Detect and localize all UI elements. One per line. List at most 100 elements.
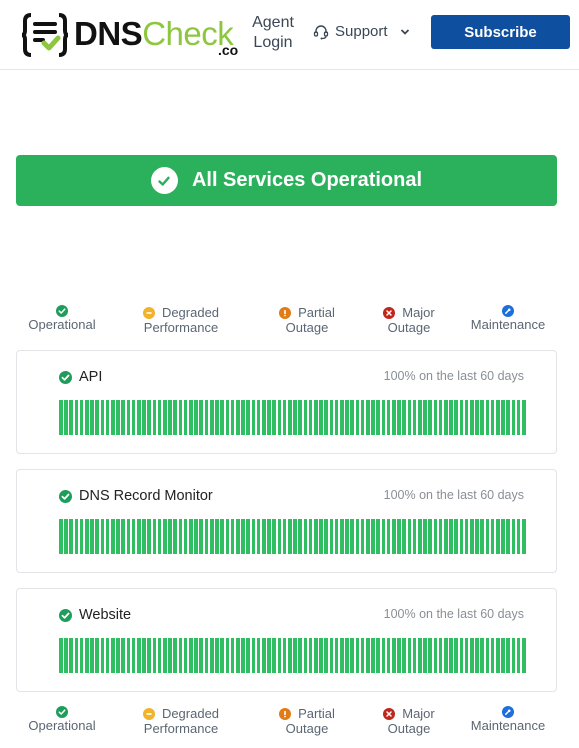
- uptime-day-bar[interactable]: [496, 519, 500, 554]
- uptime-day-bar[interactable]: [418, 400, 422, 435]
- uptime-day-bar[interactable]: [371, 400, 375, 435]
- uptime-day-bar[interactable]: [131, 519, 136, 554]
- uptime-day-bar[interactable]: [511, 638, 516, 673]
- uptime-day-bar[interactable]: [287, 638, 292, 673]
- dnscheck-logo[interactable]: DNSCheck .co: [22, 12, 238, 58]
- uptime-day-bar[interactable]: [220, 519, 224, 554]
- uptime-day-bar[interactable]: [152, 519, 157, 554]
- uptime-day-bar[interactable]: [209, 519, 214, 554]
- uptime-day-bar[interactable]: [459, 400, 464, 435]
- uptime-day-bar[interactable]: [355, 400, 360, 435]
- uptime-day-bar[interactable]: [225, 638, 230, 673]
- uptime-day-bar[interactable]: [475, 400, 479, 435]
- uptime-day-bar[interactable]: [142, 638, 146, 673]
- uptime-day-bar[interactable]: [95, 519, 100, 554]
- uptime-day-bar[interactable]: [444, 519, 448, 554]
- uptime-day-bar[interactable]: [121, 638, 126, 673]
- uptime-day-bar[interactable]: [246, 400, 250, 435]
- uptime-day-bar[interactable]: [490, 638, 495, 673]
- uptime-day-bar[interactable]: [454, 519, 459, 554]
- uptime-day-bar[interactable]: [183, 400, 188, 435]
- uptime-day-bar[interactable]: [147, 400, 152, 435]
- uptime-day-bar[interactable]: [100, 400, 105, 435]
- uptime-day-bar[interactable]: [256, 519, 261, 554]
- uptime-day-bar[interactable]: [178, 400, 183, 435]
- uptime-day-bar[interactable]: [204, 638, 209, 673]
- uptime-day-bar[interactable]: [522, 519, 526, 554]
- uptime-day-bar[interactable]: [126, 638, 131, 673]
- uptime-day-bar[interactable]: [267, 519, 271, 554]
- uptime-day-bar[interactable]: [490, 519, 495, 554]
- uptime-day-bar[interactable]: [412, 638, 417, 673]
- uptime-day-bar[interactable]: [459, 519, 464, 554]
- uptime-day-bar[interactable]: [376, 638, 380, 673]
- uptime-day-bar[interactable]: [433, 519, 438, 554]
- uptime-day-bar[interactable]: [131, 400, 136, 435]
- uptime-day-bar[interactable]: [319, 638, 323, 673]
- uptime-day-bar[interactable]: [428, 519, 433, 554]
- uptime-day-bar[interactable]: [475, 519, 479, 554]
- uptime-day-bar[interactable]: [272, 400, 276, 435]
- uptime-day-bar[interactable]: [261, 638, 266, 673]
- uptime-day-bar[interactable]: [230, 519, 235, 554]
- uptime-day-bar[interactable]: [516, 519, 521, 554]
- uptime-day-bar[interactable]: [225, 400, 230, 435]
- uptime-day-bar[interactable]: [111, 519, 115, 554]
- uptime-day-bar[interactable]: [485, 638, 490, 673]
- uptime-day-bar[interactable]: [496, 638, 500, 673]
- uptime-day-bar[interactable]: [241, 638, 245, 673]
- uptime-day-bar[interactable]: [251, 400, 256, 435]
- uptime-day-bar[interactable]: [464, 519, 469, 554]
- uptime-day-bar[interactable]: [293, 638, 297, 673]
- uptime-day-bar[interactable]: [329, 638, 334, 673]
- uptime-day-bar[interactable]: [277, 638, 282, 673]
- uptime-day-bar[interactable]: [220, 400, 224, 435]
- uptime-day-bar[interactable]: [173, 400, 178, 435]
- uptime-day-bar[interactable]: [308, 400, 313, 435]
- uptime-day-bar[interactable]: [272, 638, 276, 673]
- uptime-day-bar[interactable]: [256, 400, 261, 435]
- uptime-day-bar[interactable]: [163, 638, 167, 673]
- uptime-day-bar[interactable]: [64, 400, 68, 435]
- uptime-day-bar[interactable]: [230, 638, 235, 673]
- uptime-day-bar[interactable]: [360, 400, 365, 435]
- uptime-day-bar[interactable]: [355, 519, 360, 554]
- uptime-day-bar[interactable]: [423, 638, 427, 673]
- uptime-day-bar[interactable]: [64, 519, 68, 554]
- uptime-day-bar[interactable]: [324, 519, 328, 554]
- uptime-day-bar[interactable]: [173, 519, 178, 554]
- uptime-day-bar[interactable]: [360, 638, 365, 673]
- uptime-day-bar[interactable]: [511, 519, 516, 554]
- uptime-day-bar[interactable]: [371, 519, 375, 554]
- uptime-day-bar[interactable]: [313, 638, 318, 673]
- uptime-day-bar[interactable]: [308, 638, 313, 673]
- uptime-day-bar[interactable]: [397, 519, 401, 554]
- uptime-day-bar[interactable]: [287, 519, 292, 554]
- uptime-day-bar[interactable]: [365, 519, 370, 554]
- uptime-day-bar[interactable]: [386, 638, 391, 673]
- uptime-day-bar[interactable]: [215, 638, 219, 673]
- uptime-day-bar[interactable]: [418, 638, 422, 673]
- uptime-day-bar[interactable]: [449, 638, 453, 673]
- uptime-day-bar[interactable]: [319, 519, 323, 554]
- uptime-day-bar[interactable]: [376, 519, 380, 554]
- uptime-day-bar[interactable]: [131, 638, 136, 673]
- uptime-day-bar[interactable]: [365, 400, 370, 435]
- uptime-day-bar[interactable]: [345, 400, 349, 435]
- uptime-day-bar[interactable]: [381, 400, 386, 435]
- uptime-day-bar[interactable]: [59, 519, 63, 554]
- uptime-day-bar[interactable]: [111, 400, 115, 435]
- uptime-day-bar[interactable]: [501, 519, 505, 554]
- uptime-day-bar[interactable]: [485, 400, 490, 435]
- uptime-day-bar[interactable]: [105, 638, 110, 673]
- uptime-day-bar[interactable]: [204, 519, 209, 554]
- uptime-day-bar[interactable]: [59, 400, 63, 435]
- uptime-day-bar[interactable]: [100, 638, 105, 673]
- uptime-day-bar[interactable]: [407, 519, 412, 554]
- uptime-day-bar[interactable]: [178, 519, 183, 554]
- uptime-day-bar[interactable]: [100, 519, 105, 554]
- uptime-day-bar[interactable]: [454, 638, 459, 673]
- uptime-day-bar[interactable]: [407, 638, 412, 673]
- uptime-day-bar[interactable]: [412, 519, 417, 554]
- uptime-day-bar[interactable]: [480, 400, 485, 435]
